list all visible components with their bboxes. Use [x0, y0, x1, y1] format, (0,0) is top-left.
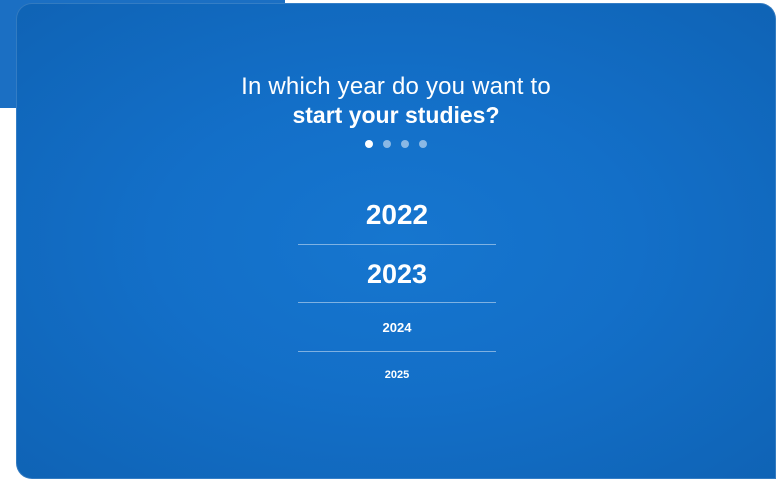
- question-line-2: start your studies?: [292, 102, 500, 128]
- progress-dot-2: [383, 140, 391, 148]
- progress-dots: [16, 140, 776, 148]
- page: In which year do you want to start your …: [0, 0, 779, 479]
- year-option-2022[interactable]: 2022: [298, 188, 496, 245]
- question-card: In which year do you want to start your …: [16, 3, 776, 479]
- year-option-2023[interactable]: 2023: [298, 245, 496, 303]
- year-option-2025[interactable]: 2025: [298, 352, 496, 398]
- year-option-2024[interactable]: 2024: [298, 303, 496, 352]
- year-options-list: 2022 2023 2024 2025: [298, 188, 496, 398]
- progress-dot-1: [365, 140, 373, 148]
- progress-dot-3: [401, 140, 409, 148]
- progress-dot-4: [419, 140, 427, 148]
- question-line-1: In which year do you want to: [241, 73, 551, 100]
